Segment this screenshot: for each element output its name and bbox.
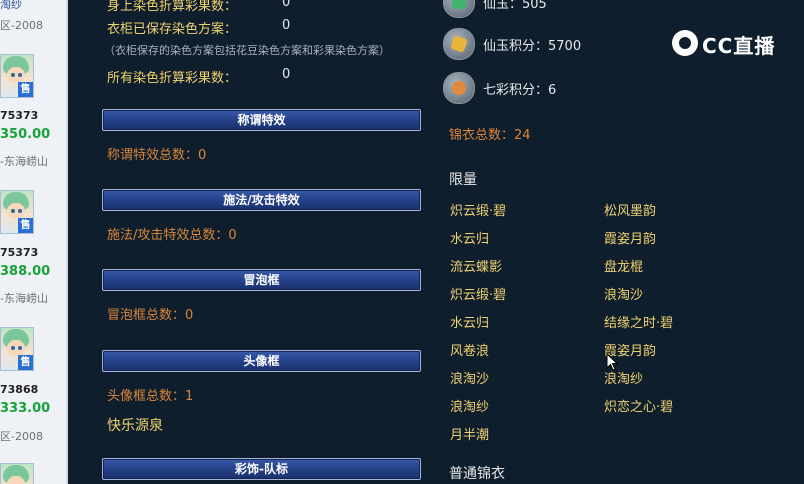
watermark-text: CC直播 (702, 34, 776, 58)
jinyi-item[interactable]: 盘龙棍 (604, 256, 643, 275)
listing-top-text[interactable]: 淘纱 (0, 0, 22, 12)
dye-wardrobe-label: 衣柜已保存染色方案： (107, 22, 238, 37)
listing-price: 350.00 (0, 127, 51, 142)
jinyi-item[interactable]: 炽恋之心·碧 (604, 396, 673, 415)
listing-price: 388.00 (0, 264, 51, 279)
xianyu-text: 仙玉：505 (483, 0, 547, 12)
section-header-color-team: 彩饰-队标 (102, 458, 421, 480)
listing-id[interactable]: 73868 (0, 383, 38, 396)
jinyi-item[interactable]: 霞姿月韵 (604, 228, 656, 247)
dye-total-value: 0 (282, 67, 291, 82)
listing-server: 区-2008 (0, 430, 43, 443)
jinyi-item[interactable]: 月半潮 (450, 424, 489, 443)
cc-live-mark-icon (672, 30, 698, 56)
jinyi-item[interactable]: 炽云缎·碧 (450, 200, 506, 219)
jinyi-normal-title: 普通锦衣 (449, 466, 505, 482)
listing-server: -东海崂山 (0, 155, 48, 168)
listing-avatar[interactable]: 售 (0, 190, 34, 234)
jinyi-item[interactable]: 流云蝶影 (450, 256, 502, 275)
bubble-count: 冒泡框总数：0 (107, 308, 194, 323)
jinyi-item[interactable]: 浪淘沙 (604, 284, 643, 303)
role-detail-panel: 身上染色折算彩果数： 0 衣柜已保存染色方案： 0 （衣柜保存的染色方案包括花豆… (68, 0, 804, 484)
cast-effects-count: 施法/攻击特效总数：0 (107, 228, 237, 243)
section-header-title-effects: 称谓特效 (102, 109, 421, 131)
xianyu-points-text: 仙玉积分：5700 (483, 39, 582, 54)
jinyi-item[interactable]: 水云归 (450, 312, 489, 331)
listing-price: 333.00 (0, 401, 51, 416)
section-header-cast-effects: 施法/攻击特效 (102, 189, 421, 211)
xianyu-icon (443, 0, 475, 18)
jinyi-item[interactable]: 浪淘沙 (450, 368, 489, 387)
listing-id[interactable]: 75373 (0, 109, 38, 122)
listing-server: 区-2008 (0, 19, 43, 32)
dye-note: （衣柜保存的染色方案包括花豆染色方案和彩果染色方案） (104, 44, 390, 57)
avatar-frame-item[interactable]: 快乐源泉 (107, 415, 163, 435)
listing-sidebar: 淘纱 区-2008 售 75373 350.00 -东海崂山 售 75373 3… (0, 0, 68, 484)
title-effects-count: 称谓特效总数：0 (107, 148, 207, 163)
jinyi-total: 锦衣总数：24 (449, 128, 531, 143)
qicai-points-text: 七彩积分：6 (483, 83, 557, 98)
sold-badge-icon: 售 (18, 82, 33, 97)
listing-avatar[interactable]: 售 (0, 327, 34, 371)
jinyi-item[interactable]: 炽云缎·碧 (450, 284, 506, 303)
jinyi-item[interactable]: 浪淘纱 (450, 396, 489, 415)
dye-total-label: 所有染色折算彩果数： (107, 71, 238, 86)
qicai-points-icon (443, 72, 475, 104)
listing-avatar[interactable]: 售 (0, 54, 34, 98)
section-header-bubble: 冒泡框 (102, 269, 421, 291)
dye-wardrobe-value: 0 (282, 18, 291, 33)
listing-avatar[interactable] (0, 463, 34, 484)
sold-badge-icon: 售 (18, 355, 33, 370)
jinyi-item[interactable]: 风卷浪 (450, 340, 489, 359)
xianyu-points-icon (443, 28, 475, 60)
avatar-frame-count: 头像框总数：1 (107, 389, 194, 404)
dye-partial-value: 0 (282, 0, 291, 10)
listing-id[interactable]: 75373 (0, 246, 38, 259)
sold-badge-icon: 售 (18, 218, 33, 233)
listing-server: -东海崂山 (0, 292, 48, 305)
jinyi-item[interactable]: 松风墨韵 (604, 200, 656, 219)
mouse-cursor-icon (606, 353, 618, 371)
section-header-avatar-frame: 头像框 (102, 350, 421, 372)
jinyi-item[interactable]: 结缘之时·碧 (604, 312, 673, 331)
dye-partial-label: 身上染色折算彩果数： (107, 0, 238, 14)
jinyi-item[interactable]: 水云归 (450, 228, 489, 247)
jinyi-limited-title: 限量 (449, 172, 477, 188)
